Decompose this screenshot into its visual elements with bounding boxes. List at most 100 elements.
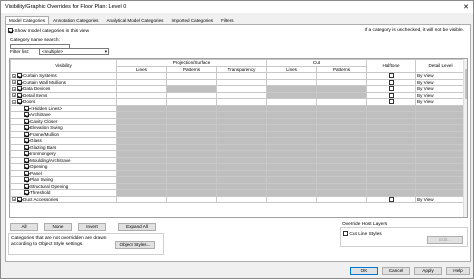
visibility-checkbox[interactable] — [24, 190, 29, 196]
tab-strip: Model Categories Annotation Categories Ana… — [5, 16, 238, 24]
edit-button[interactable]: Edit... — [427, 236, 463, 244]
category-name: Duct Accessories — [23, 196, 59, 202]
object-style-note: Categories that are not overridden are d… — [11, 236, 107, 247]
cut-lines-cell[interactable] — [266, 195, 317, 203]
show-model-checkbox[interactable] — [8, 28, 13, 34]
category-name: Panel — [30, 170, 42, 176]
category-name: Threshold — [30, 190, 51, 195]
category-name: Opening — [30, 164, 48, 169]
help-button[interactable]: Help — [446, 267, 470, 275]
category-name: Structural Opening — [30, 183, 69, 189]
unchecked-note: If a category is unchecked, it will not … — [364, 28, 464, 33]
category-name: Curtain Systems — [23, 73, 57, 78]
header-detail-level[interactable]: Detail Level — [415, 59, 466, 73]
visibility-checkbox[interactable] — [24, 125, 29, 131]
tab-annotation-categories[interactable]: Annotation Categories — [49, 16, 102, 24]
expand-all-button[interactable]: Expand All — [118, 223, 156, 231]
expand-icon[interactable]: + — [12, 197, 16, 202]
close-icon[interactable]: ✕ — [459, 1, 473, 13]
header-halftone[interactable]: Halftone — [366, 59, 416, 73]
visibility-checkbox[interactable] — [24, 157, 29, 163]
tab-analytical-model-categories[interactable]: Analytical Model Categories — [102, 16, 167, 24]
cut-line-styles-row: Cut Line Styles — [343, 231, 382, 237]
dialog-window: Visibility/Graphic Overrides for Floor P… — [0, 0, 474, 279]
visibility-checkbox[interactable] — [24, 118, 29, 124]
visibility-checkbox[interactable] — [17, 73, 22, 79]
category-name: Detail Items — [23, 92, 48, 98]
halftone-checkbox[interactable] — [388, 99, 394, 105]
proj-patterns-cell[interactable] — [166, 195, 217, 203]
category-name: Curtain Wall Mullions — [23, 79, 66, 85]
visibility-checkbox[interactable] — [24, 131, 29, 137]
expand-icon[interactable]: + — [12, 93, 16, 98]
visibility-cell: + Duct Accessories — [10, 195, 117, 203]
header-visibility[interactable]: Visibility — [10, 59, 117, 73]
cut-line-styles-label: Cut Line Styles — [349, 232, 382, 237]
cut-line-styles-checkbox[interactable] — [343, 231, 348, 237]
proj-lines-cell[interactable] — [116, 195, 167, 203]
category-name: Glazing Bars — [30, 144, 57, 150]
tab-filters[interactable]: Filters — [217, 16, 238, 24]
categories-grid: Visibility Projection/Surface Cut Halfto… — [9, 58, 468, 218]
grid-scrollbar[interactable] — [463, 59, 467, 217]
visibility-checkbox[interactable] — [24, 105, 29, 111]
apply-button[interactable]: Apply — [414, 267, 442, 275]
expand-icon[interactable]: + — [12, 86, 16, 91]
category-name: Doors — [23, 99, 36, 104]
visibility-checkbox[interactable] — [24, 138, 29, 144]
filter-label: Filter list: — [10, 50, 30, 55]
object-styles-button[interactable]: Object Styles... — [115, 241, 155, 249]
visibility-checkbox[interactable] — [24, 112, 29, 118]
ok-button[interactable]: OK — [350, 267, 378, 275]
visibility-checkbox[interactable] — [24, 170, 29, 176]
proj-transparency-cell[interactable] — [216, 195, 267, 203]
table-row[interactable]: + Duct Accessories By View — [10, 195, 466, 203]
info-group: Categories that are not overridden are d… — [8, 233, 164, 255]
visibility-checkbox[interactable] — [24, 183, 29, 189]
expand-icon[interactable]: + — [12, 80, 16, 85]
visibility-checkbox[interactable] — [17, 86, 22, 92]
category-name: Glass — [30, 138, 42, 143]
visibility-checkbox[interactable] — [17, 79, 22, 85]
detail-level-cell[interactable]: By View — [415, 195, 466, 203]
category-name: Plan Swing — [30, 177, 53, 182]
visibility-checkbox[interactable] — [17, 99, 22, 105]
category-name: Cavity Closer — [30, 118, 58, 124]
category-name: Elevation Swing — [30, 125, 63, 130]
tab-panel: Show model categories in this view If a … — [5, 24, 471, 262]
visibility-checkbox[interactable] — [24, 151, 29, 157]
category-name: Data Devices — [23, 86, 51, 91]
tab-model-categories[interactable]: Model Categories — [5, 16, 50, 24]
collapse-icon[interactable]: − — [12, 99, 16, 104]
cancel-button[interactable]: Cancel — [382, 267, 410, 275]
halftone-checkbox[interactable] — [388, 196, 394, 202]
window-title: Visibility/Graphic Overrides for Floor P… — [5, 4, 127, 10]
show-model-label: Show model categories in this view — [14, 29, 90, 34]
search-label: Category name search: — [10, 38, 60, 43]
visibility-checkbox[interactable] — [24, 144, 29, 150]
none-button[interactable]: None — [44, 223, 72, 231]
halftone-checkbox[interactable] — [388, 86, 394, 92]
cut-patterns-cell[interactable] — [316, 195, 367, 203]
expand-icon[interactable]: + — [12, 73, 16, 78]
visibility-checkbox[interactable] — [17, 92, 22, 98]
invert-button[interactable]: Invert — [78, 223, 106, 231]
halftone-checkbox[interactable] — [388, 92, 394, 98]
visibility-checkbox[interactable] — [17, 196, 22, 202]
category-name: Architrave — [30, 112, 51, 117]
grid-scrollbar-thumb[interactable] — [464, 69, 467, 99]
halftone-cell[interactable] — [366, 195, 416, 203]
override-host-group: Cut Line Styles Edit... — [340, 227, 468, 247]
filter-select[interactable]: <multiple> ▾ — [39, 48, 109, 55]
title-bar: Visibility/Graphic Overrides for Floor P… — [1, 1, 473, 13]
filter-select-value: <multiple> — [42, 49, 64, 54]
all-button[interactable]: All — [10, 223, 38, 231]
show-model-row: Show model categories in this view — [8, 28, 89, 34]
visibility-checkbox[interactable] — [24, 177, 29, 183]
category-name: Moulding/Architrave — [30, 157, 71, 163]
tab-imported-categories[interactable]: Imported Categories — [167, 16, 217, 24]
halftone-checkbox[interactable] — [388, 79, 394, 85]
visibility-checkbox[interactable] — [24, 164, 29, 170]
category-name: <Hidden Lines> — [30, 105, 63, 111]
halftone-checkbox[interactable] — [388, 73, 394, 79]
